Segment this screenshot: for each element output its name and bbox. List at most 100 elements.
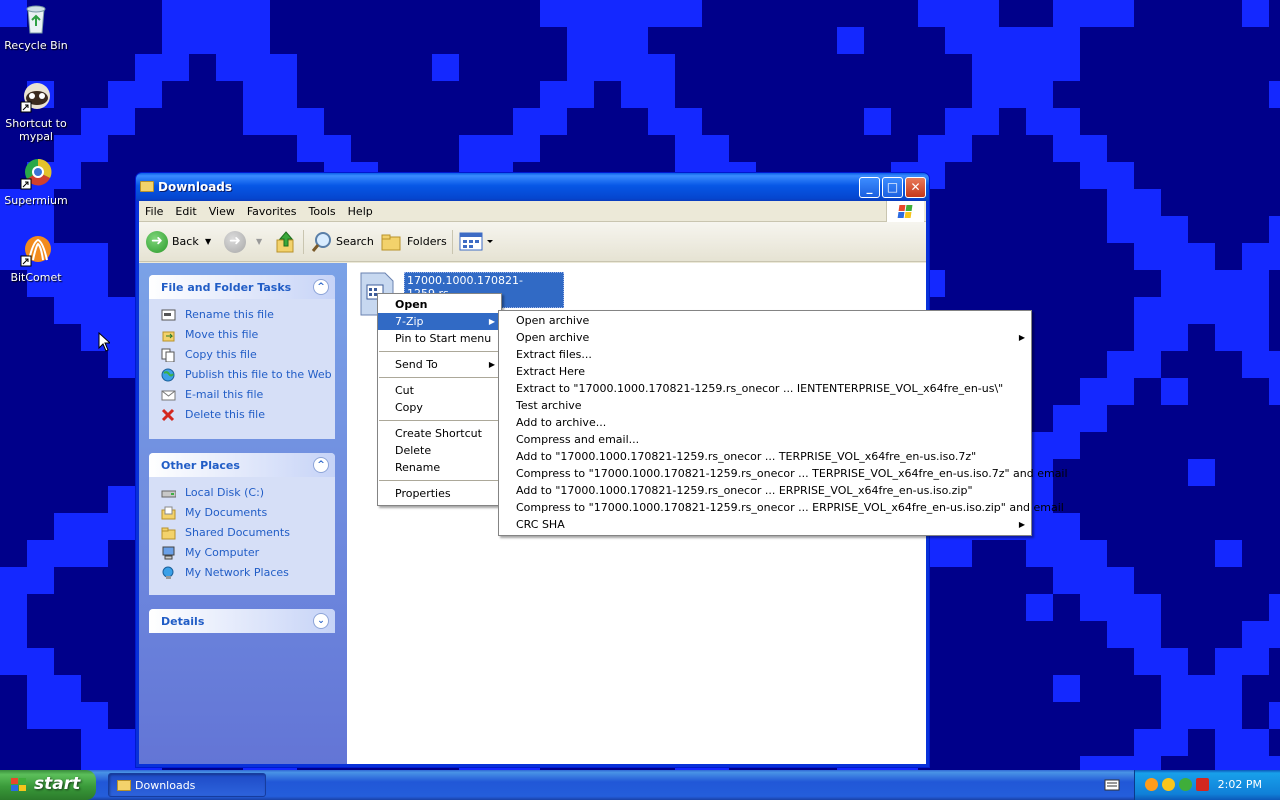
context-7zip[interactable]: 7-Zip ▶ — [378, 313, 501, 330]
desktop-icon-supermium[interactable]: Supermium — [0, 157, 72, 207]
7zip-extract-here[interactable]: Extract Here — [499, 363, 1031, 380]
task-copy[interactable]: Copy this file — [161, 346, 335, 366]
start-button[interactable]: start — [0, 770, 96, 800]
submenu-arrow-icon: ▶ — [1018, 520, 1025, 529]
bg-pixel — [648, 108, 675, 135]
back-dropdown-icon[interactable]: ▼ — [205, 231, 211, 253]
back-button[interactable]: Back — [172, 231, 199, 253]
context-properties[interactable]: Properties — [378, 485, 501, 502]
search-icon[interactable] — [311, 231, 333, 253]
7zip-crc-sha[interactable]: CRC SHA ▶ — [499, 516, 1031, 533]
network-icon — [162, 566, 174, 579]
context-rename[interactable]: Rename — [378, 459, 501, 476]
bg-pixel — [1188, 459, 1215, 486]
7zip-extract-to[interactable]: Extract to "17000.1000.170821-1259.rs_on… — [499, 380, 1031, 397]
title-bar[interactable]: Downloads _ □ ✕ — [136, 173, 929, 201]
menu-label: Compress and email... — [516, 433, 640, 446]
bg-pixel — [1026, 594, 1053, 621]
search-button[interactable]: Search — [336, 231, 374, 253]
place-shared-documents[interactable]: Shared Documents — [161, 524, 335, 544]
bg-pixel — [1242, 621, 1269, 648]
7zip-open-archive[interactable]: Open archive — [499, 312, 1031, 329]
7zip-compress-email[interactable]: Compress and email... — [499, 431, 1031, 448]
forward-arrow-icon[interactable]: ➜ — [224, 231, 246, 253]
bg-pixel — [1242, 648, 1269, 675]
menu-tools[interactable]: Tools — [303, 201, 342, 218]
task-publish[interactable]: Publish this file to the Web — [161, 366, 335, 386]
bg-pixel — [540, 81, 567, 108]
views-icon[interactable] — [459, 232, 495, 252]
menu-file[interactable]: File — [139, 201, 169, 218]
task-rename[interactable]: Rename this file — [161, 306, 335, 326]
context-cut[interactable]: Cut — [378, 382, 501, 399]
expand-chevron-icon[interactable]: ⌄ — [313, 613, 329, 629]
panel-header[interactable]: File and Folder Tasks ^ — [149, 275, 335, 299]
volume-tray-icon[interactable] — [1162, 778, 1175, 791]
bg-pixel — [1107, 594, 1134, 621]
menu-help[interactable]: Help — [342, 201, 379, 218]
bg-pixel — [270, 81, 297, 108]
7zip-extract-files[interactable]: Extract files... — [499, 346, 1031, 363]
taskbar-button-downloads[interactable]: Downloads — [108, 773, 266, 797]
menu-label: Add to "17000.1000.170821-1259.rs_onecor… — [516, 484, 973, 497]
place-my-network[interactable]: My Network Places — [161, 564, 335, 584]
7zip-open-archive-sub[interactable]: Open archive ▶ — [499, 329, 1031, 346]
windows-flag-icon — [11, 778, 26, 791]
folders-icon[interactable] — [381, 232, 403, 252]
bg-pixel — [540, 108, 567, 135]
folders-button[interactable]: Folders — [407, 231, 447, 253]
minimize-button[interactable]: _ — [859, 177, 880, 198]
place-local-disk[interactable]: Local Disk (C:) — [161, 484, 335, 504]
forward-dropdown-icon[interactable]: ▼ — [256, 231, 262, 253]
7zip-add-to-archive[interactable]: Add to archive... — [499, 414, 1031, 431]
task-move[interactable]: Move this file — [161, 326, 335, 346]
back-arrow-icon[interactable]: ➜ — [146, 231, 168, 253]
close-button[interactable]: ✕ — [905, 177, 926, 198]
place-my-computer[interactable]: My Computer — [161, 544, 335, 564]
desktop-icon-bitcomet[interactable]: BitComet — [0, 234, 72, 284]
delete-x-icon — [161, 408, 175, 422]
bg-pixel — [1107, 756, 1134, 770]
panel-header[interactable]: Details ⌄ — [149, 609, 335, 633]
menu-label: Properties — [395, 487, 451, 500]
safely-remove-tray-icon[interactable] — [1179, 778, 1192, 791]
network-tray-icon[interactable] — [1145, 778, 1158, 791]
menu-favorites[interactable]: Favorites — [241, 201, 303, 218]
bg-pixel — [918, 135, 945, 162]
7zip-compress-7z-email[interactable]: Compress to "17000.1000.170821-1259.rs_o… — [499, 465, 1068, 482]
task-email[interactable]: E-mail this file — [161, 386, 335, 406]
menu-edit[interactable]: Edit — [169, 201, 202, 218]
bg-pixel — [540, 0, 567, 27]
maximize-button[interactable]: □ — [882, 177, 903, 198]
keyboard-icon[interactable] — [1104, 778, 1120, 791]
context-create-shortcut[interactable]: Create Shortcut — [378, 425, 501, 442]
context-delete[interactable]: Delete — [378, 442, 501, 459]
7zip-add-to-7z[interactable]: Add to "17000.1000.170821-1259.rs_onecor… — [499, 448, 1031, 465]
bg-pixel — [216, 54, 243, 81]
menu-label: Delete — [395, 444, 432, 457]
bg-pixel — [270, 108, 297, 135]
7zip-test-archive[interactable]: Test archive — [499, 397, 1031, 414]
menu-view[interactable]: View — [203, 201, 241, 218]
bg-pixel — [54, 540, 81, 567]
desktop-icon-mypal[interactable]: Shortcut to mypal — [0, 80, 72, 143]
context-open[interactable]: Open — [378, 296, 501, 313]
collapse-chevron-icon[interactable]: ^ — [313, 279, 329, 295]
7zip-add-to-zip[interactable]: Add to "17000.1000.170821-1259.rs_onecor… — [499, 482, 1031, 499]
desktop-icon-recycle-bin[interactable]: Recycle Bin — [0, 2, 72, 52]
bg-pixel — [81, 135, 108, 162]
context-pin-start[interactable]: Pin to Start menu — [378, 330, 501, 347]
place-my-documents[interactable]: My Documents — [161, 504, 335, 524]
security-shield-tray-icon[interactable] — [1196, 778, 1209, 791]
panel-header[interactable]: Other Places ^ — [149, 453, 335, 477]
context-send-to[interactable]: Send To ▶ — [378, 356, 501, 373]
context-copy[interactable]: Copy — [378, 399, 501, 416]
bg-pixel — [1107, 621, 1134, 648]
7zip-compress-zip-email[interactable]: Compress to "17000.1000.170821-1259.rs_o… — [499, 499, 1064, 516]
bg-pixel — [621, 54, 648, 81]
task-delete[interactable]: Delete this file — [161, 406, 335, 426]
bg-pixel — [1161, 270, 1188, 297]
collapse-chevron-icon[interactable]: ^ — [313, 457, 329, 473]
up-folder-icon[interactable] — [275, 230, 297, 254]
bg-pixel — [1215, 270, 1242, 297]
